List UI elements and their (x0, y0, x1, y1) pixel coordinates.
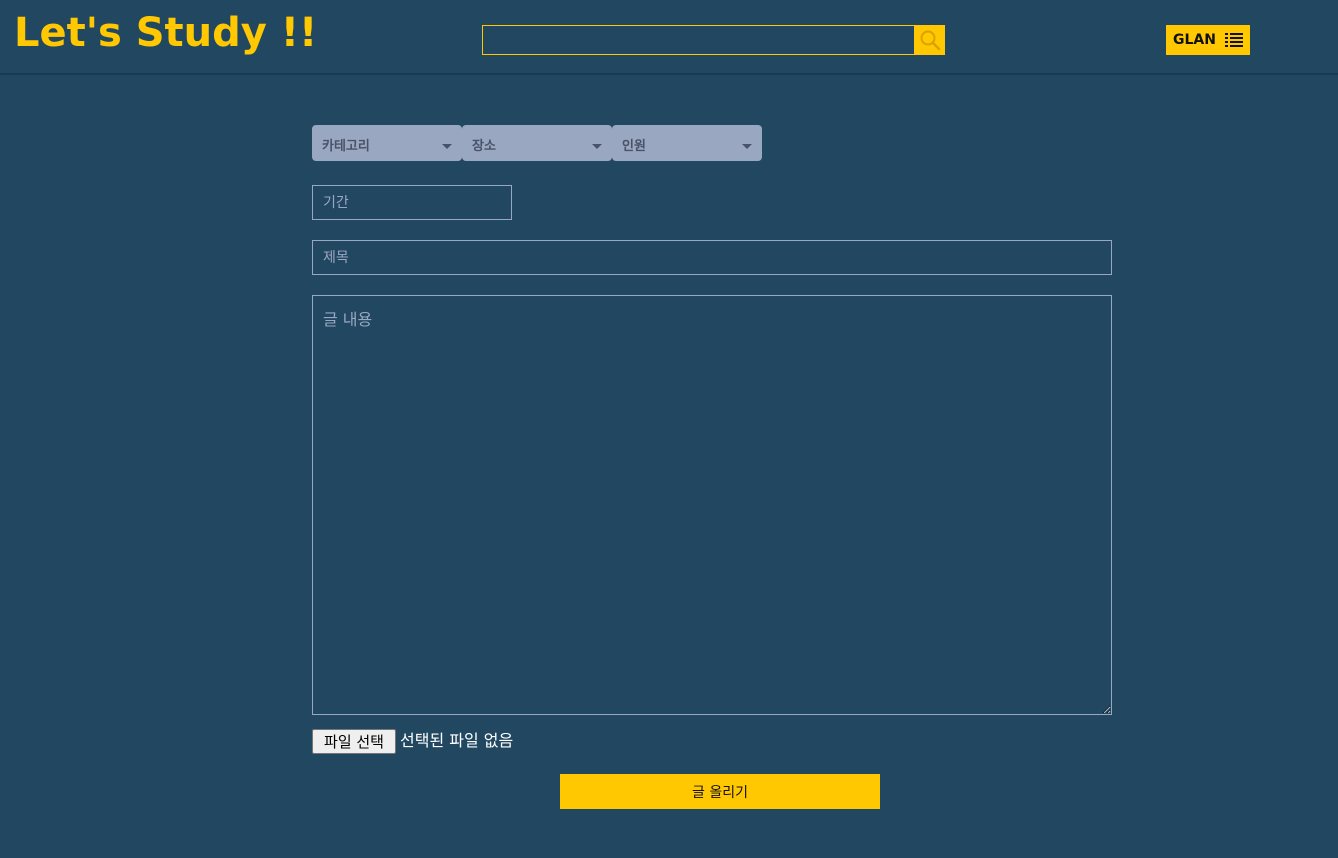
file-status-text: 선택된 파일 없음 (400, 731, 514, 750)
category-select-label: 카테고리 (322, 139, 370, 154)
submit-post-button[interactable]: 글 올리기 (560, 774, 880, 809)
period-field[interactable] (312, 185, 512, 220)
site-logo[interactable]: Let's Study !! (14, 8, 317, 58)
caret-down-icon (592, 144, 602, 149)
location-select[interactable]: 장소 (462, 125, 612, 161)
file-select-button[interactable]: 파일 선택 (312, 729, 396, 754)
top-header: Let's Study !! GLAN (0, 0, 1338, 75)
members-select-label: 인원 (622, 139, 646, 154)
title-field[interactable] (312, 240, 1112, 275)
content-textarea[interactable] (312, 295, 1112, 715)
search-bar (482, 25, 945, 55)
members-select[interactable]: 인원 (612, 125, 762, 161)
user-menu-button[interactable]: GLAN (1166, 25, 1250, 55)
search-button[interactable] (915, 25, 945, 55)
location-select-label: 장소 (472, 139, 496, 154)
search-icon (920, 30, 941, 51)
caret-down-icon (742, 144, 752, 149)
list-icon (1224, 33, 1243, 47)
caret-down-icon (442, 144, 452, 149)
user-name-label: GLAN (1173, 32, 1216, 48)
category-select[interactable]: 카테고리 (312, 125, 462, 161)
search-input[interactable] (482, 25, 915, 55)
